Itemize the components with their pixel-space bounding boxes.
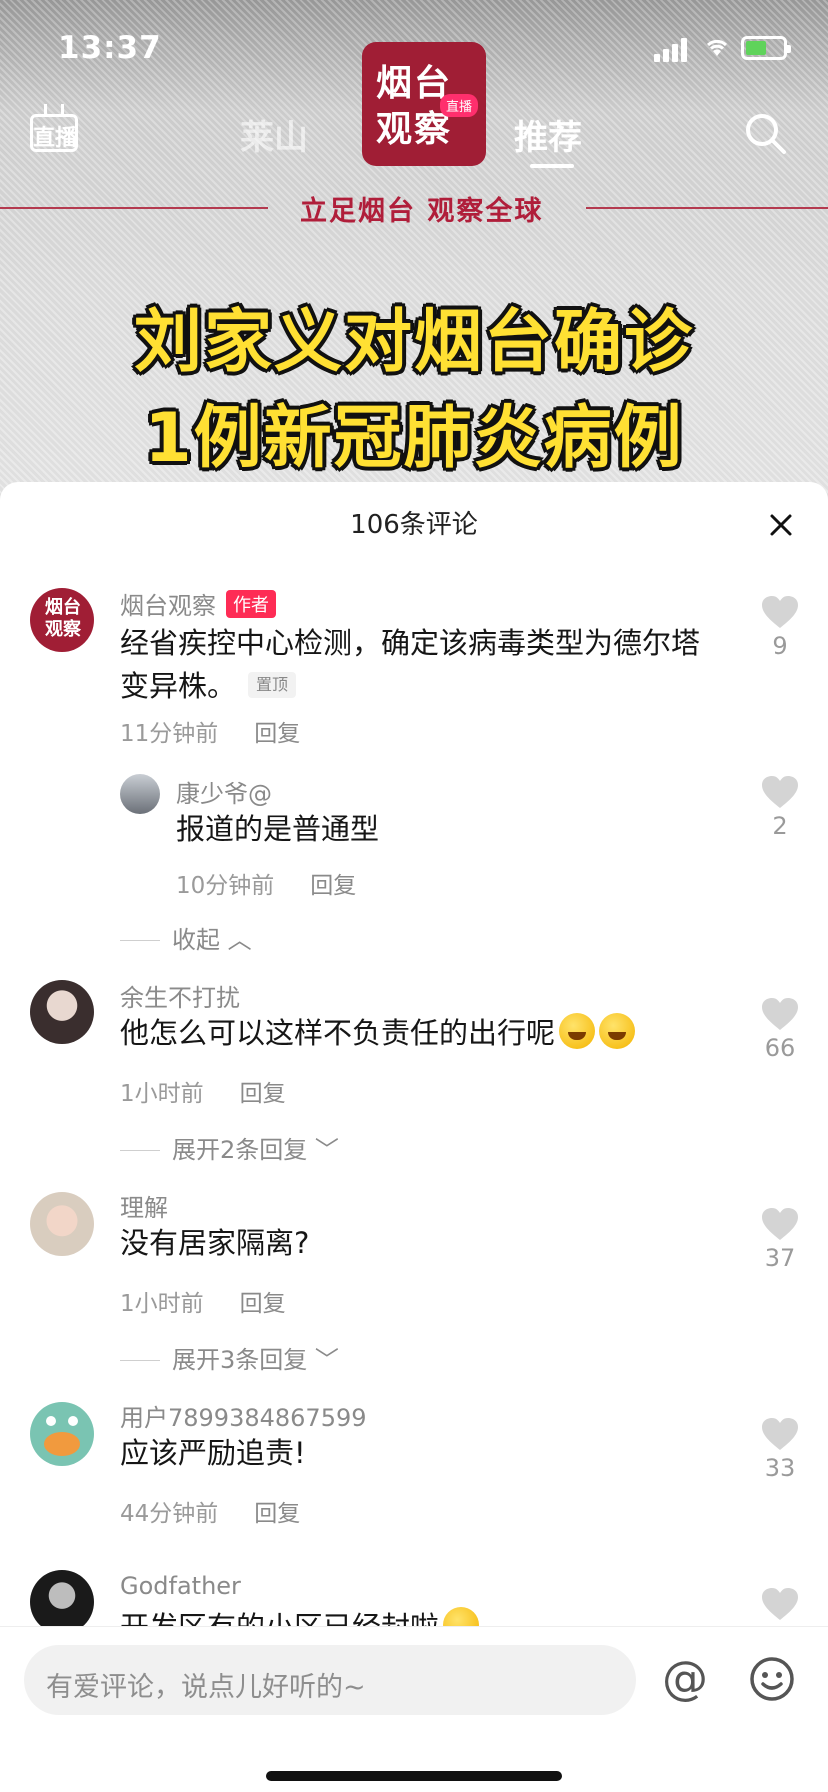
tab-recommend[interactable]: 推荐 — [514, 110, 582, 159]
reply-text: 报道的是普通型 — [176, 812, 380, 846]
heart-icon — [762, 1588, 798, 1620]
comment-user[interactable]: 烟台观察 作者 — [120, 586, 276, 621]
like-button[interactable]: 66 — [758, 996, 802, 1062]
live-label: 直播 — [33, 126, 78, 151]
reply-button[interactable]: 回复 — [310, 873, 356, 899]
mention-at-icon[interactable]: @ — [660, 1655, 710, 1705]
wifi-icon — [706, 39, 728, 56]
like-count: 2 — [772, 812, 788, 840]
comment-user[interactable]: Godfather — [120, 1572, 241, 1600]
comment-input-bar: 有爱评论，说点儿好听的~ @ — [0, 1626, 828, 1792]
heart-icon — [762, 998, 798, 1030]
comment-text-line2: 变异株。 — [120, 669, 237, 703]
heart-icon — [762, 776, 798, 808]
slogan-divider-right — [586, 207, 828, 209]
like-count: 66 — [764, 1034, 796, 1062]
avatar[interactable] — [30, 1192, 94, 1256]
comment-text: 没有居家隔离? — [120, 1226, 310, 1260]
avatar[interactable] — [30, 1570, 94, 1634]
collapse-label: 收起 — [172, 926, 220, 954]
reply-button[interactable]: 回复 — [254, 721, 300, 747]
avatar[interactable]: 烟台观察 — [30, 588, 94, 652]
collapse-replies-button[interactable]: 收起 ︿ — [120, 920, 252, 955]
expand-replies-button[interactable]: 展开3条回复 ﹀ — [120, 1340, 339, 1375]
comment-time: 1小时前 — [120, 1291, 204, 1317]
expand-label: 展开3条回复 — [172, 1346, 308, 1374]
like-count: 33 — [764, 1454, 796, 1482]
comment-text-line1: 经省疾控中心检测，确定该病毒类型为德尔塔 — [120, 626, 701, 660]
home-indicator[interactable] — [266, 1771, 562, 1781]
user-name[interactable]: 烟台观察 — [120, 592, 216, 620]
laughing-emoji-icon — [559, 1013, 596, 1049]
active-tab-indicator — [530, 164, 574, 168]
like-count: 37 — [764, 1244, 796, 1272]
comment-input[interactable]: 有爱评论，说点儿好听的~ — [24, 1645, 636, 1715]
avatar[interactable] — [30, 1402, 94, 1466]
chevron-down-icon: ﹀ — [314, 1346, 339, 1374]
comment-meta: 1小时前 回复 — [120, 1074, 286, 1108]
slogan: 立足烟台 观察全球 — [300, 196, 544, 227]
video-area[interactable]: 13:37 直播 莱山 烟台 观察 直播 推荐 立足烟台 观察全球 刘家义对烟台… — [0, 0, 828, 500]
comment-panel: 106条评论 烟台观察 烟台观察 作者 经省疾控中心检测，确定该病毒类型为德尔塔 … — [0, 482, 828, 1792]
signal-icon — [654, 38, 690, 62]
reply-button[interactable]: 回复 — [240, 1291, 286, 1317]
comment-meta: 1小时前 回复 — [120, 1284, 286, 1318]
comment-text-content: 他怎么可以这样不负责任的出行呢 — [120, 1016, 556, 1050]
comment-text: 他怎么可以这样不负责任的出行呢 — [120, 1012, 636, 1055]
laughing-emoji-icon — [599, 1013, 636, 1049]
battery-icon — [741, 36, 791, 60]
like-button[interactable]: 33 — [758, 1416, 802, 1482]
comment-user[interactable]: 余生不打扰 — [120, 978, 240, 1013]
expand-label: 展开2条回复 — [172, 1136, 308, 1164]
tab-laishan[interactable]: 莱山 — [240, 110, 308, 159]
avatar[interactable] — [120, 774, 160, 814]
status-time: 13:37 — [58, 30, 162, 66]
channel-logo[interactable]: 烟台 观察 直播 — [362, 42, 486, 166]
reply-button[interactable]: 回复 — [240, 1081, 286, 1107]
like-count: 9 — [772, 632, 788, 660]
avatar-text: 烟台观察 — [45, 597, 81, 640]
comment-text: 应该严励追责! — [120, 1436, 306, 1470]
comment-user[interactable]: 理解 — [120, 1188, 168, 1223]
slogan-divider-left — [0, 207, 268, 209]
comment-meta: 44分钟前 回复 — [120, 1494, 300, 1528]
comment-time: 11分钟前 — [120, 721, 219, 747]
headline-line2: 1例新冠肺炎病例 — [144, 399, 684, 478]
comment-time: 44分钟前 — [120, 1501, 219, 1527]
reply-meta: 10分钟前 回复 — [176, 866, 356, 900]
like-button[interactable]: 2 — [758, 774, 802, 840]
pinned-tag: 置顶 — [248, 672, 297, 698]
close-icon[interactable] — [762, 506, 800, 544]
chevron-up-icon: ︿ — [227, 926, 252, 954]
avatar[interactable] — [30, 980, 94, 1044]
emoji-face-icon[interactable] — [748, 1655, 796, 1703]
headline-line1: 刘家义对烟台确诊 — [133, 303, 694, 382]
like-button[interactable]: 37 — [758, 1206, 802, 1272]
like-button[interactable] — [758, 1586, 802, 1622]
reply-time: 10分钟前 — [176, 873, 275, 899]
comment-input-placeholder: 有爱评论，说点儿好听的~ — [46, 1672, 366, 1703]
search-icon[interactable] — [742, 110, 788, 156]
comment-text: 经省疾控中心检测，确定该病毒类型为德尔塔 变异株。 置顶 — [120, 622, 700, 708]
logo-live-tag: 直播 — [440, 94, 479, 117]
live-button[interactable]: 直播 — [30, 104, 82, 154]
reply-user[interactable]: 康少爷@ — [176, 774, 272, 809]
heart-icon — [762, 1208, 798, 1240]
reply-button[interactable]: 回复 — [254, 1501, 300, 1527]
expand-replies-button[interactable]: 展开2条回复 ﹀ — [120, 1130, 339, 1165]
like-button[interactable]: 9 — [758, 594, 802, 660]
author-tag: 作者 — [226, 590, 276, 618]
heart-icon — [762, 596, 798, 628]
comment-meta: 11分钟前 回复 — [120, 714, 300, 748]
heart-icon — [762, 1418, 798, 1450]
comment-count-title: 106条评论 — [350, 510, 478, 540]
comment-time: 1小时前 — [120, 1081, 204, 1107]
comment-user[interactable]: 用户7899384867599 — [120, 1398, 367, 1433]
chevron-down-icon: ﹀ — [314, 1136, 339, 1164]
